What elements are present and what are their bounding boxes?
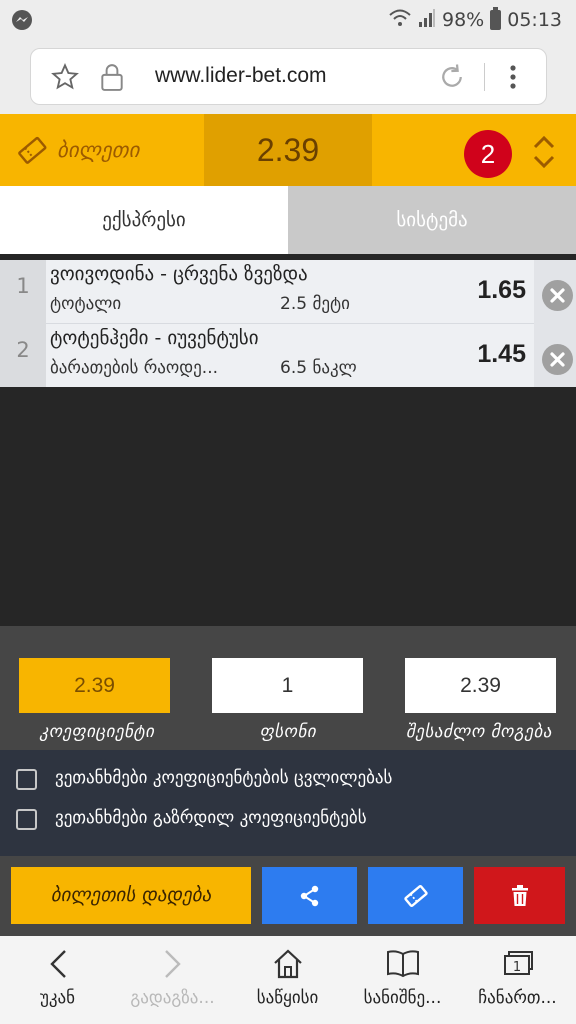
- possible-win-label: შესაძლო მოგება: [406, 722, 552, 742]
- nav-bookmarks-label: სანიშნე...: [363, 988, 442, 1008]
- total-odds: 2.39: [204, 114, 372, 186]
- svg-text:1: 1: [512, 960, 520, 975]
- battery-icon: [490, 7, 502, 30]
- accept-odds-change-checkbox[interactable]: [16, 769, 37, 790]
- forward-icon: [164, 950, 181, 978]
- bet-row: 2 ტოტენჰემი - იუვენტუსი ბარათების რაოდე.…: [0, 324, 576, 388]
- browser-bottom-nav: უკან გადაგზა... საწყისი სანიშნე... 1 ჩან…: [0, 936, 576, 1024]
- accept-odds-change-label: ვეთანხმები კოეფიციენტების ცვლილებას: [55, 768, 393, 788]
- nav-back[interactable]: უკან: [0, 936, 115, 1024]
- nav-home-label: საწყისი: [256, 988, 319, 1008]
- nav-forward-label: გადაგზა...: [130, 988, 215, 1008]
- battery-percent: 98%: [442, 9, 485, 31]
- nav-bookmarks[interactable]: სანიშნე...: [345, 936, 460, 1024]
- clock: 05:13: [507, 9, 562, 31]
- bet-market: ტოტალი: [50, 294, 122, 314]
- status-bar: 98% 05:13: [0, 0, 576, 40]
- nav-forward[interactable]: გადაგზა...: [115, 936, 230, 1024]
- action-bar: ბილეთის დადება: [0, 856, 576, 936]
- tab-express[interactable]: ექსპრესი: [0, 186, 288, 254]
- stake-label: ფსონი: [259, 722, 317, 742]
- ticket-icon: [403, 884, 428, 907]
- bookmarks-icon: [386, 950, 419, 978]
- trash-icon: [511, 884, 528, 906]
- remove-bet-cell: [534, 260, 576, 324]
- coefficient-label: კოეფიციენტი: [39, 722, 155, 742]
- home-icon: [273, 949, 302, 979]
- bet-list: 1 ვოივოდინა - ცრვენა ზვეზდა ტოტალი 2.5 მ…: [0, 260, 576, 388]
- bet-type-tabs: ექსპრესი სისტემა: [0, 186, 576, 254]
- bet-match: ვოივოდინა - ცრვენა ზვეზდა: [50, 263, 308, 285]
- bet-row: 1 ვოივოდინა - ცრვენა ზვეზდა ტოტალი 2.5 მ…: [0, 260, 576, 324]
- bet-number: 1: [0, 260, 46, 324]
- bookmark-star-icon[interactable]: [51, 63, 79, 95]
- remove-bet-button[interactable]: [542, 344, 573, 375]
- expand-collapse-icon[interactable]: [531, 134, 557, 174]
- bet-outcome: 2.5 მეტი: [280, 294, 350, 314]
- nav-tabs[interactable]: 1 ჩანართ...: [460, 936, 575, 1024]
- empty-area: [0, 387, 576, 626]
- agreement-options: ვეთანხმები კოეფიციენტების ცვლილებას ვეთა…: [0, 750, 576, 856]
- accept-increased-odds-checkbox[interactable]: [16, 809, 37, 830]
- share-icon: [300, 885, 318, 906]
- nav-back-label: უკან: [39, 988, 76, 1008]
- bet-odds: 1.65: [477, 276, 526, 304]
- wifi-icon: [388, 8, 412, 33]
- address-bar[interactable]: www.lider-bet.com: [30, 48, 547, 105]
- bet-match: ტოტენჰემი - იუვენტუსი: [50, 327, 259, 349]
- more-options-icon[interactable]: [509, 63, 517, 95]
- ticket-label: ბილეთი: [57, 138, 140, 162]
- tabs-icon: 1: [503, 951, 533, 975]
- toolbar-divider: [484, 63, 485, 91]
- bet-number: 2: [0, 324, 46, 388]
- nav-tabs-label: ჩანართ...: [478, 988, 557, 1008]
- ticket-icon: [16, 136, 48, 168]
- bet-market: ბარათების რაოდე...: [50, 358, 218, 378]
- lock-icon: [99, 63, 125, 95]
- share-button[interactable]: [262, 867, 357, 924]
- possible-win-value: 2.39: [405, 658, 556, 713]
- ticket-button[interactable]: [368, 867, 463, 924]
- signal-icon: [418, 8, 436, 33]
- remove-bet-cell: [534, 324, 576, 388]
- ticket-header[interactable]: ბილეთი 2.39 2: [0, 114, 576, 186]
- bet-count-badge: 2: [464, 130, 512, 178]
- delete-button[interactable]: [474, 867, 565, 924]
- browser-toolbar: www.lider-bet.com: [0, 40, 576, 114]
- messenger-icon: [10, 8, 34, 36]
- bet-odds: 1.45: [477, 340, 526, 368]
- tab-system[interactable]: სისტემა: [288, 186, 576, 254]
- nav-home[interactable]: საწყისი: [230, 936, 345, 1024]
- coefficient-value: 2.39: [19, 658, 170, 713]
- bet-outcome: 6.5 ნაკლ: [280, 358, 357, 378]
- url-text[interactable]: www.lider-bet.com: [155, 64, 327, 88]
- stake-panel: 2.39 1 2.39 კოეფიციენტი ფსონი შესაძლო მო…: [0, 626, 576, 750]
- accept-increased-odds-label: ვეთანხმები გაზრდილ კოეფიციენტებს: [55, 808, 367, 828]
- remove-bet-button[interactable]: [542, 280, 573, 311]
- back-icon: [49, 950, 66, 978]
- reload-icon[interactable]: [437, 62, 467, 96]
- stake-input[interactable]: 1: [212, 658, 363, 713]
- place-bet-button[interactable]: ბილეთის დადება: [11, 867, 251, 924]
